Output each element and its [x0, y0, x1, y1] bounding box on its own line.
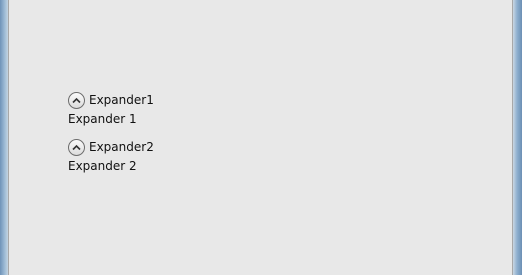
expander-2-header-label: Expander2: [89, 140, 154, 154]
chevron-up-icon[interactable]: [68, 92, 85, 109]
expander-1: Expander1 Expander 1: [68, 90, 268, 127]
expander-1-header-label: Expander1: [89, 93, 154, 107]
expander-2: Expander2 Expander 2: [68, 137, 268, 174]
expander-2-header[interactable]: Expander2: [68, 137, 268, 158]
chevron-up-icon[interactable]: [68, 139, 85, 156]
expander-2-content: Expander 2: [68, 159, 137, 173]
window-frame-right: [513, 0, 522, 275]
expander-1-content: Expander 1: [68, 112, 137, 126]
window-client-area: Expander1 Expander 1 Expander2 Expander …: [8, 0, 513, 275]
expander-1-header[interactable]: Expander1: [68, 90, 268, 111]
window-frame-left: [0, 0, 8, 275]
